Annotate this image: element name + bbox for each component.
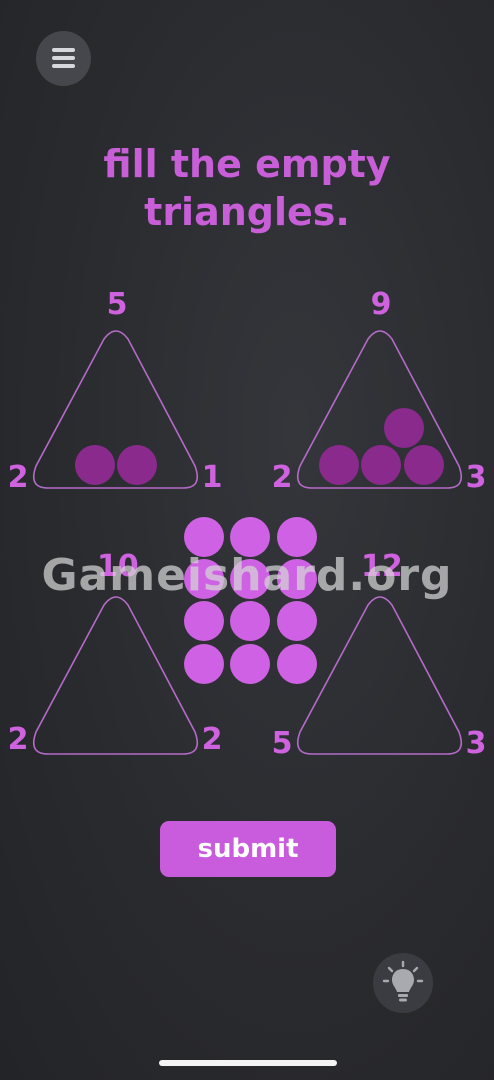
triangle-4-right-number: 3 <box>465 726 487 761</box>
hint-button[interactable] <box>373 953 433 1013</box>
pool-ball[interactable] <box>277 644 317 684</box>
triangle-1-left-number: 2 <box>7 460 29 495</box>
triangle-1-ball[interactable] <box>75 445 115 485</box>
triangle-2-top-number: 9 <box>370 287 392 322</box>
triangle-1[interactable] <box>32 330 199 489</box>
triangle-1-ball[interactable] <box>117 445 157 485</box>
triangle-2-ball[interactable] <box>404 445 444 485</box>
triangle-2-left-number: 2 <box>271 460 293 495</box>
triangle-3-right-number: 2 <box>201 722 223 757</box>
pool-ball[interactable] <box>277 601 317 641</box>
triangle-2-ball[interactable] <box>361 445 401 485</box>
lightbulb-icon <box>382 960 424 1002</box>
pool-ball[interactable] <box>184 601 224 641</box>
triangle-4[interactable] <box>296 596 463 755</box>
puzzle-board <box>32 330 463 755</box>
pool-ball[interactable] <box>230 601 270 641</box>
triangle-2-ball[interactable] <box>384 408 424 448</box>
watermark: Gameishard.org <box>41 550 453 601</box>
triangle-1-top-number: 5 <box>106 287 128 322</box>
triangle-3[interactable] <box>32 596 199 755</box>
triangle-3-left-number: 2 <box>7 722 29 757</box>
triangle-2-right-number: 3 <box>465 460 487 495</box>
triangle-4-left-number: 5 <box>271 726 293 761</box>
pool-ball[interactable] <box>184 644 224 684</box>
pool-ball[interactable] <box>230 644 270 684</box>
home-indicator <box>159 1060 337 1066</box>
triangle-2-ball[interactable] <box>319 445 359 485</box>
submit-button[interactable]: submit <box>160 821 336 877</box>
triangle-1-right-number: 1 <box>201 460 223 495</box>
